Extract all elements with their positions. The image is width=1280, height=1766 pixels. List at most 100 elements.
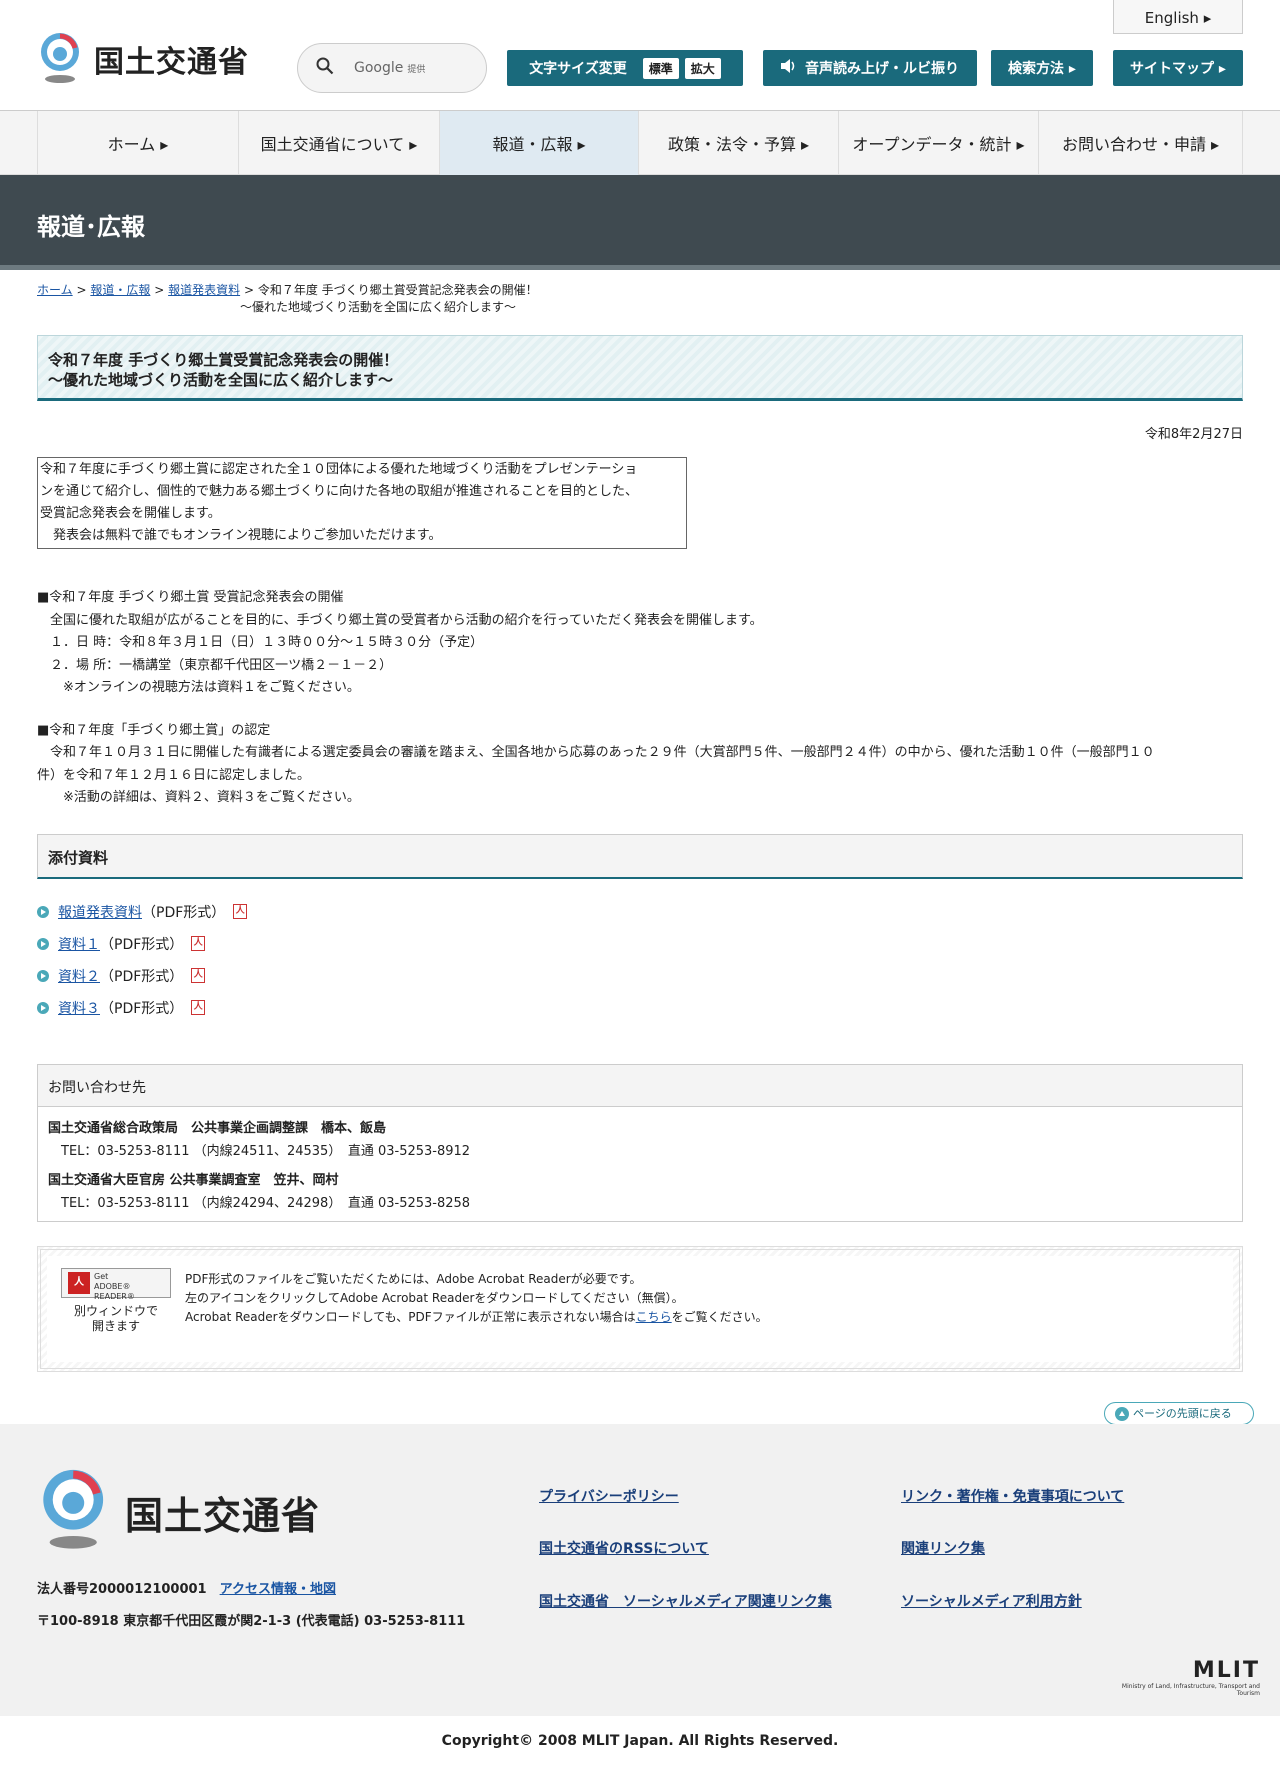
english-link[interactable]: English ▸ [1113,0,1243,34]
mlit-wordmark: MLIT [1192,1658,1260,1683]
publish-date: 令和8年2月27日 [1144,427,1243,442]
section-band-title: 報道･広報 [0,175,1280,270]
get-adobe-reader-button[interactable]: 人 Get ADOBE® READER® [61,1267,171,1301]
attachment-link-1[interactable]: 資料１ [58,934,100,954]
section-text: 全国に優れた取組が広がることを目的に、手づくり郷土賞の受賞者から活動の紹介を行っ… [37,612,763,628]
copyright: Copyright© 2008 MLIT Japan. All Rights R… [0,1716,1280,1766]
attachment-link-release[interactable]: 報道発表資料 [58,902,142,922]
search-icon[interactable] [316,57,334,79]
acrobat-help-link[interactable]: こちら [636,1310,672,1324]
nav-policy[interactable]: 政策・法令・予算 ▸ [638,111,838,175]
section-text: ※オンラインの視聴方法は資料１をご覧ください。 [37,680,360,695]
access-link[interactable]: アクセス情報・地図 [220,1582,336,1597]
attachment-item: 資料１ （PDF形式） 人 [37,928,1243,960]
related-links-link[interactable]: 関連リンク集 [901,1538,985,1558]
speaker-icon [781,59,797,77]
attachment-link-2[interactable]: 資料２ [58,966,100,986]
badge-text: Get [94,1271,109,1281]
section-event: ■令和７年度 手づくり郷土賞 受賞記念発表会の開催 全国に優れた取組が広がること… [37,587,1243,700]
attachment-format: （PDF形式） [100,1000,184,1017]
lead-line: 受賞記念発表会を開催します。 [40,506,221,521]
global-nav: ホーム ▸ 国土交通省について ▸ 報道・広報 ▸ 政策・法令・予算 ▸ オープ… [0,111,1280,175]
section-text: 件）を令和７年１２月１６日に認定しました。 [37,767,311,783]
attachment-format: （PDF形式） [100,968,184,985]
search-box[interactable]: Google 提供 [297,43,487,93]
breadcrumb-press[interactable]: 報道・広報 [90,283,150,297]
nav-home[interactable]: ホーム ▸ [37,111,238,175]
acrobat-text: PDF形式のファイルをご覧いただくためには、Adobe Acrobat Read… [185,1270,768,1327]
attachment-format: （PDF形式） [100,936,184,953]
font-large-button[interactable]: 拡大 [684,57,721,79]
arrow-bullet-icon [37,937,49,950]
search-method-button[interactable]: 検索方法 ▸ [991,50,1093,86]
logo-mark-icon [37,32,84,85]
search-placeholder: Google 提供 [354,60,426,76]
logo-mark-icon [37,1468,111,1556]
voice-button[interactable]: 音声読み上げ・ルビ振り [763,50,977,86]
attachment-link-3[interactable]: 資料３ [58,998,100,1018]
contact-tel: TEL：03-5253-8111 （内線24511、24535） 直通 03-5… [48,1143,471,1159]
breadcrumb-release[interactable]: 報道発表資料 [168,283,240,297]
privacy-link[interactable]: プライバシーポリシー [539,1486,679,1506]
footer-logo[interactable]: 国土交通省 [37,1468,320,1556]
pdf-icon: 人 [191,1000,206,1015]
breadcrumb-home[interactable]: ホーム [37,283,73,297]
section-text: ２．場 所：一橋講堂（東京都千代田区一ツ橋２－１－２） [37,657,393,673]
copyright-disclaimer-link[interactable]: リンク・著作権・免責事項について [901,1486,1124,1506]
contact-box: お問い合わせ先 国土交通省総合政策局 公共事業企画調整課 橋本、飯島 TEL：0… [37,1063,1243,1222]
font-standard-button[interactable]: 標準 [642,57,679,79]
mlit-logo: MLIT Ministry of Land, Infrastructure, T… [1100,1658,1260,1697]
lead-box: 令和７年度に手づくり郷土賞に認定された全１０団体による優れた地域づくり活動をプレ… [37,457,687,549]
contact-org: 国土交通省大臣官房 公共事業調査室 笠井、岡村 [48,1172,339,1188]
sitemap-button[interactable]: サイトマップ ▸ [1113,50,1243,86]
contact-body: 国土交通省総合政策局 公共事業企画調整課 橋本、飯島 TEL：03-5253-8… [38,1107,1242,1221]
attachment-item: 資料３ （PDF形式） 人 [37,992,1243,1024]
breadcrumb-sep: > [243,283,254,297]
section-text: ※活動の詳細は、資料２、資料３をご覧ください。 [37,790,360,805]
caption-line: 開きます [91,1318,140,1333]
social-policy-link[interactable]: ソーシャルメディア利用方針 [901,1591,1082,1611]
breadcrumb-sep: > [154,283,165,297]
pdf-icon: 人 [233,904,248,919]
acrobat-line: PDF形式のファイルをご覧いただくためには、Adobe Acrobat Read… [185,1271,642,1286]
nav-press[interactable]: 報道・広報 ▸ [439,111,638,175]
site-logo[interactable]: 国土交通省 [37,32,249,85]
breadcrumb-current-sub: ～優れた地域づくり活動を全国に広く紹介します～ [240,300,517,314]
main-content: ホーム > 報道・広報 > 報道発表資料 > 令和７年度 手づくり郷土賞受賞記念… [0,282,1280,1372]
site-footer: 国土交通省 法人番号2000012100001 アクセス情報・地図 〒100-8… [0,1424,1280,1716]
section-heading: ■令和７年度 手づくり郷土賞 受賞記念発表会の開催 [37,590,344,605]
nav-contact[interactable]: お問い合わせ・申請 ▸ [1038,111,1243,175]
arrow-bullet-icon [37,1001,49,1014]
page-title: 令和７年度 手づくり郷土賞受賞記念発表会の開催！ ～優れた地域づくり活動を全国に… [37,335,1243,401]
footer-address: 〒100-8918 東京都千代田区霞が関2-1-3 (代表電話) 03-5253… [37,1614,466,1629]
page-title-line2: ～優れた地域づくり活動を全国に広く紹介します～ [48,371,394,389]
acrobat-notice: 人 Get ADOBE® READER® 別ウィンドウで 開きます PDF形式の… [37,1245,1243,1372]
back-to-top-button[interactable]: ページの先頭に戻る [1104,1402,1254,1425]
contact-tel: TEL：03-5253-8111 （内線24294、24298） 直通 03-5… [48,1195,471,1211]
nav-opendata[interactable]: オープンデータ・統計 ▸ [838,111,1038,175]
attachment-item: 資料２ （PDF形式） 人 [37,960,1243,992]
corporate-number: 法人番号2000012100001 [37,1582,207,1597]
lead-line: 発表会は無料で誰でもオンライン視聴によりご参加いただけます。 [40,528,442,543]
breadcrumb-current: 令和７年度 手づくり郷土賞受賞記念発表会の開催！ [257,283,538,297]
font-size-label: 文字サイズ変更 [529,61,627,77]
section-text: 令和７年１０月３１日に開催した有識者による選定委員会の審議を踏まえ、全国各地から… [37,745,1155,760]
font-size-control: 文字サイズ変更 標準 拡大 [507,50,743,86]
acrobat-caption: 別ウィンドウで 開きます [61,1304,171,1334]
lead-line: 令和７年度に手づくり郷土賞に認定された全１０団体による優れた地域づくり活動をプレ… [40,462,638,477]
social-links-link[interactable]: 国土交通省 ソーシャルメディア関連リンク集 [539,1591,832,1611]
voice-label: 音声読み上げ・ルビ振り [805,61,959,77]
nav-about[interactable]: 国土交通省について ▸ [238,111,439,175]
acrobat-line: 左のアイコンをクリックしてAdobe Acrobat Readerをダウンロード… [185,1290,684,1305]
rss-link[interactable]: 国土交通省のRSSについて [539,1538,709,1558]
section-award: ■令和７年度「手づくり郷土賞」の認定 令和７年１０月３１日に開催した有識者による… [37,720,1243,810]
contact-heading: お問い合わせ先 [38,1064,1242,1107]
attachments-list: 報道発表資料 （PDF形式） 人 資料１ （PDF形式） 人 資料２ （PDF形… [37,896,1243,1024]
contact-org: 国土交通省総合政策局 公共事業企画調整課 橋本、飯島 [48,1120,387,1136]
pdf-icon: 人 [191,936,206,951]
acrobat-line: Acrobat Readerをダウンロードしても、PDFファイルが正常に表示され… [185,1309,768,1324]
breadcrumb: ホーム > 報道・広報 > 報道発表資料 > 令和７年度 手づくり郷土賞受賞記念… [37,282,1243,316]
breadcrumb-sep: > [76,283,87,297]
arrow-bullet-icon [37,969,49,982]
footer-logo-text: 国土交通省 [125,1493,321,1538]
